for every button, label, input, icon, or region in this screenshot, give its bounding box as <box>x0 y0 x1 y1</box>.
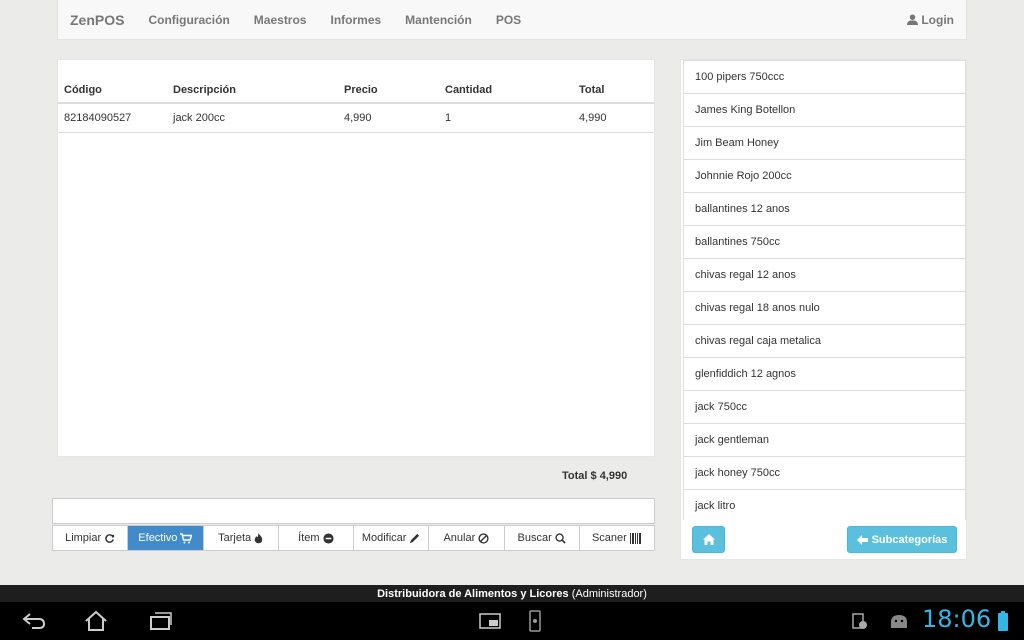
table-header-row: Código Descripción Precio Cantidad Total <box>58 60 654 104</box>
sale-panel: Código Descripción Precio Cantidad Total… <box>57 59 655 457</box>
subcategorias-label: Subcategorías <box>871 533 948 546</box>
subcategorias-button[interactable]: Subcategorías <box>847 526 957 553</box>
login-label: Login <box>921 12 954 27</box>
ban-icon <box>478 532 489 544</box>
item-button[interactable]: Ítem <box>279 526 354 550</box>
minus-circle-icon <box>323 532 334 544</box>
window-icon[interactable] <box>477 610 503 632</box>
android-system-bar <box>0 602 1024 640</box>
scaner-button[interactable]: Scaner <box>580 526 654 550</box>
list-item[interactable]: chivas regal 12 anos <box>683 259 966 292</box>
nav-configuracion[interactable]: Configuración <box>148 13 229 27</box>
list-item[interactable]: ballantines 12 anos <box>683 193 966 226</box>
battery-icon <box>993 610 1013 632</box>
col-codigo: Código <box>58 60 167 104</box>
login-link[interactable]: Login <box>907 13 954 27</box>
user-icon <box>907 14 919 25</box>
list-item[interactable]: chivas regal 18 anos nulo <box>683 292 966 325</box>
list-item[interactable]: Johnnie Rojo 200cc <box>683 160 966 193</box>
col-descripcion: Descripción <box>167 60 338 104</box>
col-precio: Precio <box>338 60 439 104</box>
search-icon <box>555 532 566 544</box>
sale-table: Código Descripción Precio Cantidad Total… <box>58 60 654 133</box>
cell-total: 4,990 <box>573 103 654 133</box>
system-clock: 18:06 <box>922 605 992 633</box>
list-item[interactable]: Jim Beam Honey <box>683 127 966 160</box>
barcode-icon <box>629 532 641 544</box>
nav-maestros[interactable]: Maestros <box>254 13 307 27</box>
table-row[interactable]: 82184090527 jack 200cc 4,990 1 4,990 <box>58 103 654 133</box>
user-role: (Administrador) <box>571 587 647 600</box>
screenshot-icon[interactable] <box>522 610 548 632</box>
recent-apps-icon[interactable] <box>147 610 173 632</box>
cell-descripcion: jack 200cc <box>167 103 338 133</box>
limpiar-label: Limpiar <box>65 532 102 544</box>
action-button-group: Limpiar Efectivo Tarjeta Ítem Modificar … <box>52 525 655 551</box>
cart-icon <box>180 532 193 543</box>
limpiar-button[interactable]: Limpiar <box>53 526 129 550</box>
home-button[interactable] <box>692 526 725 553</box>
company-name: Distribuidora de Alimentos y Licores <box>377 587 569 600</box>
cell-codigo: 82184090527 <box>58 103 167 133</box>
code-input[interactable] <box>52 498 655 524</box>
col-total: Total <box>573 60 654 104</box>
home-icon <box>702 534 715 545</box>
tarjeta-button[interactable]: Tarjeta <box>204 526 279 550</box>
sale-total: Total $ 4,990 <box>562 470 628 482</box>
cell-cantidad: 1 <box>439 103 573 133</box>
list-item[interactable]: James King Botellon <box>683 94 966 127</box>
item-label: Ítem <box>298 532 320 544</box>
col-cantidad: Cantidad <box>439 60 573 104</box>
efectivo-label: Efectivo <box>138 532 178 544</box>
refresh-icon <box>105 533 115 543</box>
fire-icon <box>254 532 263 543</box>
scaner-label: Scaner <box>591 532 627 544</box>
android-icon <box>886 610 912 632</box>
nav-informes[interactable]: Informes <box>330 13 381 27</box>
list-item[interactable]: jack 750cc <box>683 391 966 424</box>
brand-logo[interactable]: ZenPOS <box>70 12 124 28</box>
company-status-bar: Distribuidora de Alimentos y Licores (Ad… <box>0 585 1024 602</box>
efectivo-button[interactable]: Efectivo <box>128 526 204 550</box>
cell-precio: 4,990 <box>338 103 439 133</box>
anular-label: Anular <box>443 532 476 544</box>
storage-icon <box>846 610 872 632</box>
back-icon[interactable] <box>21 610 47 632</box>
anular-button[interactable]: Anular <box>429 526 505 550</box>
product-panel: 100 pipers 750ccc James King Botellon Ji… <box>680 59 967 560</box>
nav-mantencion[interactable]: Mantención <box>405 13 472 27</box>
home-nav-icon[interactable] <box>83 610 109 632</box>
list-item[interactable]: jack litro <box>683 490 966 520</box>
list-item[interactable]: glenfiddich 12 agnos <box>683 358 966 391</box>
arrow-left-icon <box>856 534 868 545</box>
pencil-icon <box>410 533 420 543</box>
top-navbar: ZenPOS Configuración Maestros Informes M… <box>57 0 967 40</box>
buscar-button[interactable]: Buscar <box>505 526 580 550</box>
list-item[interactable]: chivas regal caja metalica <box>683 325 966 358</box>
nav-pos[interactable]: POS <box>496 13 521 27</box>
list-item[interactable]: ballantines 750cc <box>683 226 966 259</box>
list-item[interactable]: jack honey 750cc <box>683 457 966 490</box>
list-item[interactable]: 100 pipers 750ccc <box>683 60 966 94</box>
modificar-button[interactable]: Modificar <box>354 526 430 550</box>
tarjeta-label: Tarjeta <box>218 532 252 544</box>
product-list: 100 pipers 750ccc James King Botellon Ji… <box>683 60 966 520</box>
list-item[interactable]: jack gentleman <box>683 424 966 457</box>
modificar-label: Modificar <box>361 532 407 544</box>
buscar-label: Buscar <box>517 532 552 544</box>
